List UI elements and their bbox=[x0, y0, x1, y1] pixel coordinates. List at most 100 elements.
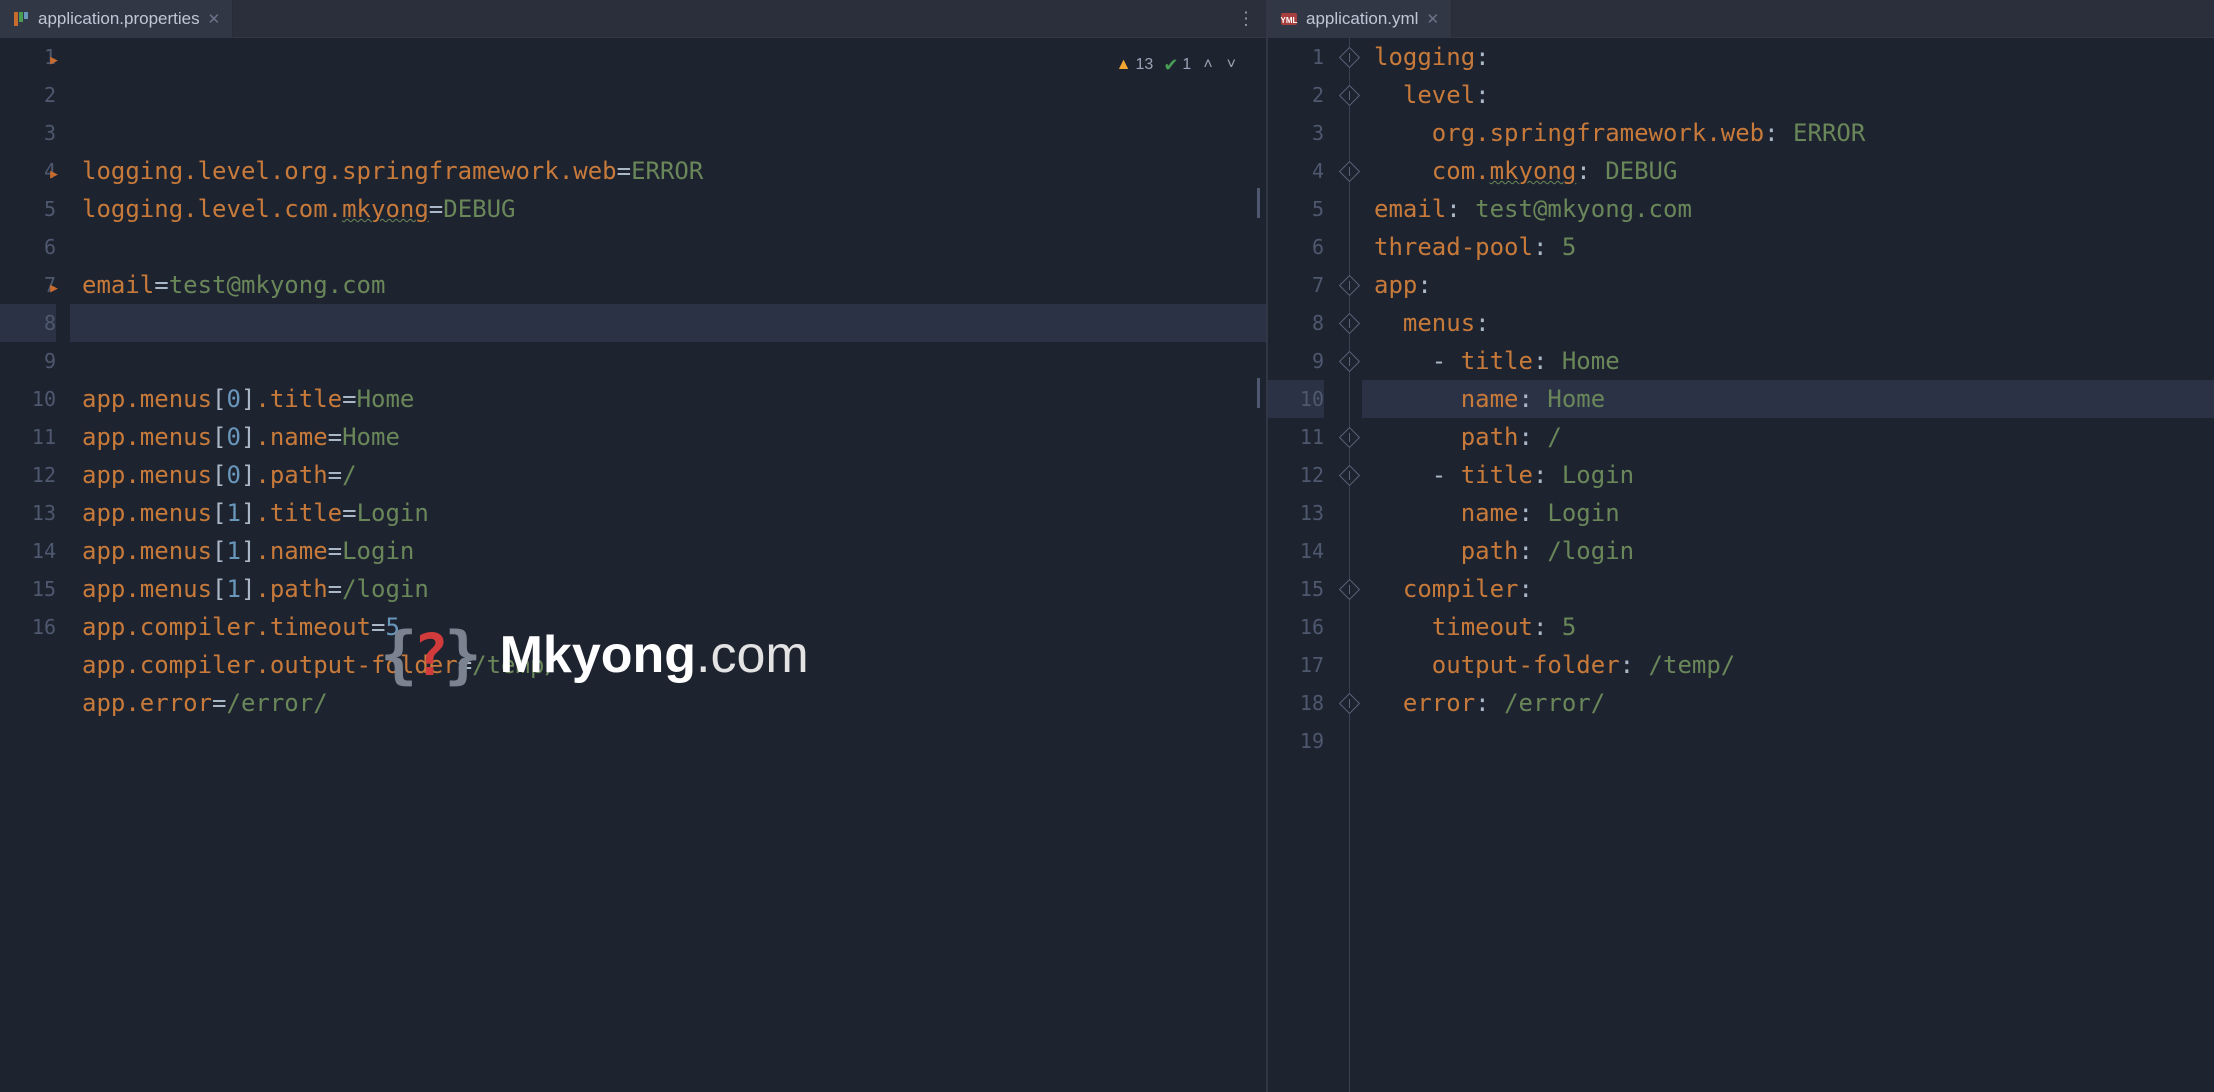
code-line[interactable]: logging.level.com.mkyong=DEBUG bbox=[82, 190, 1266, 228]
gutter-line[interactable]: 10 bbox=[0, 380, 56, 418]
gutter-line[interactable]: 6 bbox=[1268, 228, 1324, 266]
gutter-line[interactable]: 15 bbox=[0, 570, 56, 608]
editor-left[interactable]: 1▶234▶567▶8910111213141516 ▲ 13 ✔ 1 ˄ ˅ … bbox=[0, 38, 1266, 1092]
code-line[interactable]: app.menus[0].name=Home bbox=[82, 418, 1266, 456]
gutter-line[interactable]: 9 bbox=[1268, 342, 1324, 380]
code-line[interactable]: com.mkyong: DEBUG bbox=[1374, 152, 2214, 190]
code-line[interactable] bbox=[82, 722, 1266, 760]
fold-marker-icon[interactable] bbox=[1339, 275, 1360, 296]
gutter-line[interactable]: 12 bbox=[0, 456, 56, 494]
more-icon[interactable]: ⋮ bbox=[1237, 8, 1256, 29]
code-line[interactable]: app: bbox=[1374, 266, 2214, 304]
fold-marker-icon[interactable] bbox=[1339, 161, 1360, 182]
tab-application-yml[interactable]: YML application.yml ✕ bbox=[1268, 0, 1452, 37]
gutter-line[interactable]: 4 bbox=[1268, 152, 1324, 190]
error-stripe-left[interactable] bbox=[1252, 38, 1266, 1092]
code-line[interactable]: - title: Home bbox=[1374, 342, 2214, 380]
code-line[interactable]: name: Home bbox=[1374, 380, 2214, 418]
code-line[interactable]: menus: bbox=[1374, 304, 2214, 342]
gutter-line[interactable]: 18 bbox=[1268, 684, 1324, 722]
chevron-down-icon[interactable]: ˅ bbox=[1225, 46, 1238, 84]
gutter-line[interactable]: 3 bbox=[1268, 114, 1324, 152]
fold-marker-icon[interactable] bbox=[1339, 465, 1360, 486]
code-line[interactable]: output-folder: /temp/ bbox=[1374, 646, 2214, 684]
gutter-line[interactable]: 2 bbox=[0, 76, 56, 114]
close-icon[interactable]: ✕ bbox=[1426, 10, 1439, 28]
gutter-line[interactable]: 6 bbox=[0, 228, 56, 266]
fold-marker-icon[interactable] bbox=[1339, 427, 1360, 448]
gutter-line[interactable]: 9 bbox=[0, 342, 56, 380]
code-line[interactable]: path: / bbox=[1374, 418, 2214, 456]
code-line[interactable]: path: /login bbox=[1374, 532, 2214, 570]
code-line[interactable]: app.menus[0].path=/ bbox=[82, 456, 1266, 494]
fold-marker-icon[interactable] bbox=[1339, 693, 1360, 714]
editor-right[interactable]: 12345678910111213141516171819 logging: l… bbox=[1268, 38, 2214, 1092]
gutter-left[interactable]: 1▶234▶567▶8910111213141516 bbox=[0, 38, 70, 1092]
error-stripe-right[interactable] bbox=[2200, 38, 2214, 1092]
code-area-right[interactable]: logging: level: org.springframework.web:… bbox=[1362, 38, 2214, 1092]
gutter-line[interactable]: 12 bbox=[1268, 456, 1324, 494]
gutter-right[interactable]: 12345678910111213141516171819 bbox=[1268, 38, 1338, 1092]
gutter-line[interactable]: 10 bbox=[1268, 380, 1324, 418]
code-line[interactable]: email: test@mkyong.com bbox=[1374, 190, 2214, 228]
close-icon[interactable]: ✕ bbox=[208, 10, 221, 28]
code-line[interactable] bbox=[82, 342, 1266, 380]
chevron-up-icon[interactable]: ˄ bbox=[1201, 46, 1214, 84]
bookmark-icon[interactable]: ▶ bbox=[50, 156, 58, 194]
gutter-line[interactable]: 5 bbox=[1268, 190, 1324, 228]
fold-strip[interactable] bbox=[1338, 38, 1362, 1092]
code-line[interactable]: org.springframework.web: ERROR bbox=[1374, 114, 2214, 152]
gutter-line[interactable]: 7 bbox=[1268, 266, 1324, 304]
code-line[interactable]: name: Login bbox=[1374, 494, 2214, 532]
fold-marker-icon[interactable] bbox=[1339, 351, 1360, 372]
code-line[interactable] bbox=[1374, 722, 2214, 760]
inspections-widget[interactable]: ▲ 13 ✔ 1 ˄ ˅ bbox=[1116, 46, 1238, 84]
code-line[interactable]: logging.level.org.springframework.web=ER… bbox=[82, 152, 1266, 190]
gutter-line[interactable]: 8 bbox=[1268, 304, 1324, 342]
code-line[interactable]: app.menus[0].title=Home bbox=[82, 380, 1266, 418]
gutter-line[interactable]: 11 bbox=[1268, 418, 1324, 456]
code-line[interactable]: app.menus[1].title=Login bbox=[82, 494, 1266, 532]
gutter-line[interactable]: 16 bbox=[0, 608, 56, 646]
gutter-line[interactable]: 1▶ bbox=[0, 38, 56, 76]
code-line[interactable]: app.error=/error/ bbox=[82, 684, 1266, 722]
gutter-line[interactable]: 14 bbox=[1268, 532, 1324, 570]
gutter-line[interactable]: 16 bbox=[1268, 608, 1324, 646]
gutter-line[interactable]: 7▶ bbox=[0, 266, 56, 304]
code-line[interactable]: thread-pool: 5 bbox=[1374, 228, 2214, 266]
gutter-line[interactable]: 2 bbox=[1268, 76, 1324, 114]
fold-marker-icon[interactable] bbox=[1339, 313, 1360, 334]
gutter-line[interactable]: 3 bbox=[0, 114, 56, 152]
gutter-line[interactable]: 14 bbox=[0, 532, 56, 570]
bookmark-icon[interactable]: ▶ bbox=[50, 270, 58, 308]
code-line[interactable]: - title: Login bbox=[1374, 456, 2214, 494]
gutter-line[interactable]: 13 bbox=[1268, 494, 1324, 532]
code-area-left[interactable]: ▲ 13 ✔ 1 ˄ ˅ logging.level.org.springfra… bbox=[70, 38, 1266, 1092]
code-line[interactable] bbox=[82, 228, 1266, 266]
gutter-line[interactable]: 15 bbox=[1268, 570, 1324, 608]
code-line[interactable]: level: bbox=[1374, 76, 2214, 114]
fold-marker-icon[interactable] bbox=[1339, 579, 1360, 600]
fold-marker-icon[interactable] bbox=[1339, 47, 1360, 68]
fold-marker-icon[interactable] bbox=[1339, 85, 1360, 106]
code-line[interactable]: app.compiler.output-folder=/temp/ bbox=[82, 646, 1266, 684]
gutter-line[interactable]: 11 bbox=[0, 418, 56, 456]
code-line[interactable]: compiler: bbox=[1374, 570, 2214, 608]
bookmark-icon[interactable]: ▶ bbox=[50, 42, 58, 80]
code-line[interactable]: email=test@mkyong.com bbox=[82, 266, 1266, 304]
code-line[interactable]: app.compiler.timeout=5 bbox=[82, 608, 1266, 646]
passed-badge[interactable]: ✔ 1 bbox=[1163, 46, 1191, 84]
tab-application-properties[interactable]: application.properties ✕ bbox=[0, 0, 233, 37]
gutter-line[interactable]: 17 bbox=[1268, 646, 1324, 684]
code-line[interactable]: logging: bbox=[1374, 38, 2214, 76]
code-line[interactable]: app.menus[1].name=Login bbox=[82, 532, 1266, 570]
code-line[interactable]: app.menus[1].path=/login bbox=[82, 570, 1266, 608]
warnings-badge[interactable]: ▲ 13 bbox=[1116, 46, 1154, 84]
gutter-line[interactable]: 19 bbox=[1268, 722, 1324, 760]
gutter-line[interactable]: 5 bbox=[0, 190, 56, 228]
gutter-line[interactable]: 4▶ bbox=[0, 152, 56, 190]
code-line[interactable]: timeout: 5 bbox=[1374, 608, 2214, 646]
gutter-line[interactable]: 8 bbox=[0, 304, 56, 342]
gutter-line[interactable]: 13 bbox=[0, 494, 56, 532]
code-line[interactable]: error: /error/ bbox=[1374, 684, 2214, 722]
